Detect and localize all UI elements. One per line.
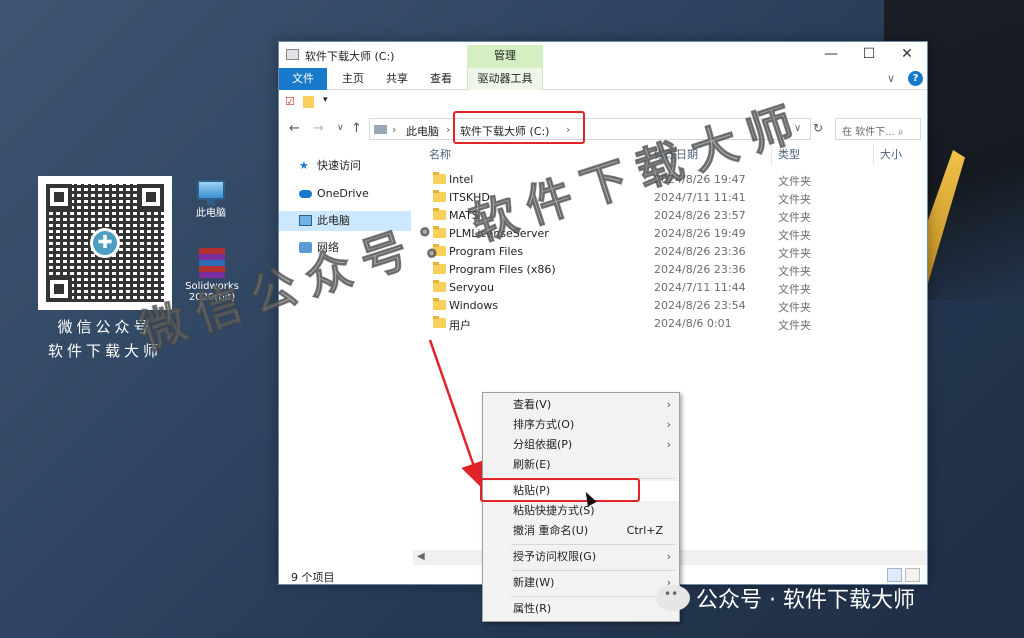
menu-item-group[interactable]: 分组依据(P) › xyxy=(483,435,679,455)
wechat-logo-icon xyxy=(656,585,690,611)
chevron-right-icon: › xyxy=(666,550,671,563)
menu-item-label: 粘贴快捷方式(S) xyxy=(513,504,595,517)
bottom-watermark: 公众号 · 软件下载大师 xyxy=(656,582,915,614)
menu-item-label: 排序方式(O) xyxy=(513,418,575,431)
menu-item-refresh[interactable]: 刷新(E) xyxy=(483,455,679,475)
menu-item-new[interactable]: 新建(W) › xyxy=(483,573,679,593)
menu-item-label: 撤消 重命名(U) xyxy=(513,524,589,537)
chevron-right-icon: › xyxy=(666,418,671,431)
menu-item-paste-shortcut[interactable]: 粘贴快捷方式(S) xyxy=(483,501,679,521)
menu-item-label: 刷新(E) xyxy=(513,458,551,471)
chevron-right-icon: › xyxy=(666,398,671,411)
menu-item-grant-access[interactable]: 授予访问权限(G) › xyxy=(483,547,679,567)
menu-item-shortcut: Ctrl+Z xyxy=(626,524,663,537)
menu-item-label: 分组依据(P) xyxy=(513,438,573,451)
highlight-paste-box xyxy=(480,478,640,502)
context-menu: 查看(V) › 排序方式(O) › 分组依据(P) › 刷新(E) 粘贴(P) … xyxy=(482,392,680,622)
menu-item-label: 属性(R) xyxy=(513,602,552,615)
menu-item-view[interactable]: 查看(V) › xyxy=(483,395,679,415)
menu-item-sort[interactable]: 排序方式(O) › xyxy=(483,415,679,435)
menu-separator xyxy=(511,596,675,597)
menu-separator xyxy=(511,544,675,545)
menu-item-label: 授予访问权限(G) xyxy=(513,550,597,563)
menu-item-label: 新建(W) xyxy=(513,576,555,589)
menu-item-undo-rename[interactable]: 撤消 重命名(U) Ctrl+Z xyxy=(483,521,679,541)
menu-separator xyxy=(511,570,675,571)
menu-item-properties[interactable]: 属性(R) xyxy=(483,599,679,619)
chevron-right-icon: › xyxy=(666,438,671,451)
menu-item-label: 查看(V) xyxy=(513,398,552,411)
bottom-watermark-text: 公众号 · 软件下载大师 xyxy=(696,588,915,613)
